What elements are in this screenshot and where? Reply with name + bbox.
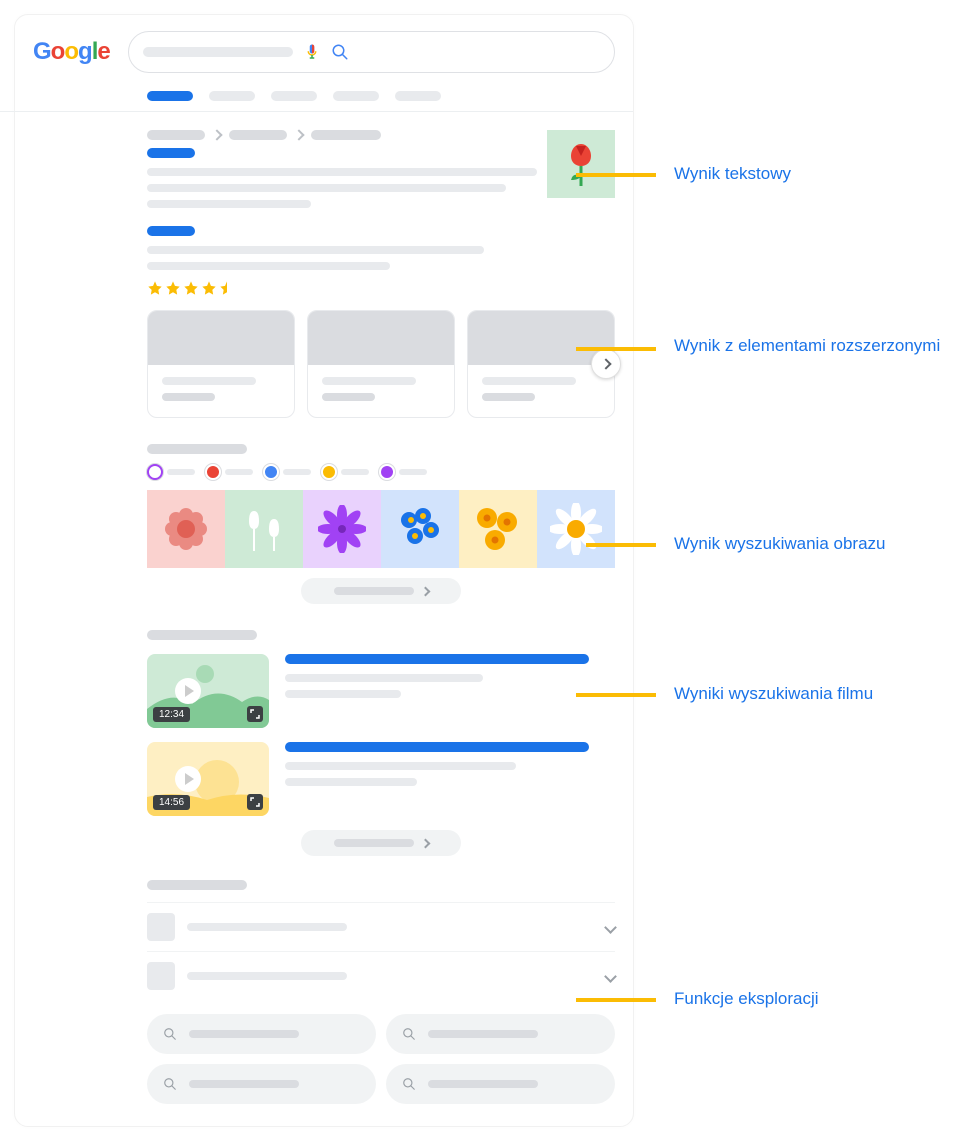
section-heading	[147, 880, 247, 890]
text-result[interactable]	[147, 130, 615, 208]
image-result[interactable]	[381, 490, 459, 568]
tulip-icon	[561, 140, 601, 188]
accordion-item[interactable]	[147, 902, 615, 951]
filter-chip[interactable]	[379, 464, 427, 480]
tulip-icon	[239, 501, 289, 557]
star-icon	[201, 280, 217, 296]
chevron-right-icon	[420, 838, 430, 848]
filter-chip[interactable]	[205, 464, 253, 480]
video-thumbnail[interactable]: 12:34	[147, 654, 269, 728]
search-icon	[402, 1077, 416, 1091]
annotation-exploration: Funkcje eksploracji	[674, 987, 819, 1012]
mic-icon[interactable]	[303, 41, 321, 63]
chevron-right-icon	[211, 129, 222, 140]
annotation-video-result: Wyniki wyszukiwania filmu	[674, 682, 873, 707]
result-title[interactable]	[147, 226, 195, 236]
result-title[interactable]	[147, 148, 195, 158]
video-thumbnail[interactable]: 14:56	[147, 742, 269, 816]
flower-icon	[318, 505, 366, 553]
card-image	[308, 311, 454, 365]
breadcrumb	[147, 130, 537, 140]
image-result-row	[147, 490, 615, 568]
image-result[interactable]	[459, 490, 537, 568]
accordion-thumb	[147, 913, 175, 941]
tab-item[interactable]	[333, 91, 379, 101]
flower-icon	[471, 502, 525, 556]
video-result[interactable]: 12:34	[147, 654, 615, 728]
accordion-item[interactable]	[147, 951, 615, 1000]
star-icon	[183, 280, 199, 296]
chevron-right-icon	[600, 358, 611, 369]
search-icon[interactable]	[331, 43, 349, 61]
rich-card[interactable]	[147, 310, 295, 418]
star-icon	[165, 280, 181, 296]
accordion-thumb	[147, 962, 175, 990]
star-half-icon	[219, 280, 235, 296]
show-more-images-button[interactable]	[301, 578, 461, 604]
expand-icon[interactable]	[247, 706, 263, 722]
star-icon	[147, 280, 163, 296]
related-search-pill[interactable]	[147, 1064, 376, 1104]
flower-icon	[393, 502, 447, 556]
image-results-section	[147, 444, 615, 604]
tab-item[interactable]	[395, 91, 441, 101]
image-result[interactable]	[537, 490, 615, 568]
annotation-rich-result: Wynik z elementami rozszerzonymi	[674, 334, 940, 359]
carousel-next-button[interactable]	[591, 349, 621, 379]
related-search-pill[interactable]	[386, 1014, 615, 1054]
related-search-pill[interactable]	[386, 1064, 615, 1104]
related-search-pill[interactable]	[147, 1014, 376, 1054]
video-title[interactable]	[285, 742, 589, 752]
search-icon	[163, 1077, 177, 1091]
image-result[interactable]	[147, 490, 225, 568]
flower-icon	[163, 506, 209, 552]
search-icon	[163, 1027, 177, 1041]
image-result[interactable]	[303, 490, 381, 568]
show-more-videos-button[interactable]	[301, 830, 461, 856]
tab-item[interactable]	[209, 91, 255, 101]
tab-all[interactable]	[147, 91, 193, 101]
annotation-text-result: Wynik tekstowy	[674, 162, 791, 187]
google-logo[interactable]: Google	[33, 38, 110, 66]
chevron-right-icon	[293, 129, 304, 140]
search-query-placeholder	[143, 47, 293, 57]
search-tabs	[147, 91, 615, 101]
daisy-icon	[550, 503, 602, 555]
video-duration: 14:56	[153, 795, 190, 810]
serp-card: Google	[14, 14, 634, 1127]
chevron-down-icon	[604, 921, 617, 934]
rich-card[interactable]	[307, 310, 455, 418]
video-result[interactable]: 14:56	[147, 742, 615, 816]
search-bar[interactable]	[128, 31, 615, 73]
chevron-down-icon	[604, 970, 617, 983]
play-icon	[175, 678, 201, 704]
tabs-divider	[0, 111, 633, 112]
image-filter-chips	[147, 464, 615, 480]
card-image	[148, 311, 294, 365]
video-results-section: 12:34 14:56	[147, 630, 615, 856]
text-result-rated[interactable]	[147, 226, 615, 296]
star-rating	[147, 280, 615, 296]
section-heading	[147, 444, 247, 454]
result-thumbnail	[547, 130, 615, 198]
search-icon	[402, 1027, 416, 1041]
tab-item[interactable]	[271, 91, 317, 101]
image-result[interactable]	[225, 490, 303, 568]
section-heading	[147, 630, 257, 640]
expand-icon[interactable]	[247, 794, 263, 810]
filter-chip[interactable]	[147, 464, 195, 480]
video-duration: 12:34	[153, 707, 190, 722]
rich-result-carousel	[147, 310, 615, 418]
annotation-image-result: Wynik wyszukiwania obrazu	[674, 532, 894, 557]
related-searches	[147, 1014, 615, 1104]
play-icon	[175, 766, 201, 792]
video-title[interactable]	[285, 654, 589, 664]
chevron-right-icon	[420, 586, 430, 596]
people-also-ask	[147, 880, 615, 1000]
filter-chip[interactable]	[263, 464, 311, 480]
filter-chip[interactable]	[321, 464, 369, 480]
